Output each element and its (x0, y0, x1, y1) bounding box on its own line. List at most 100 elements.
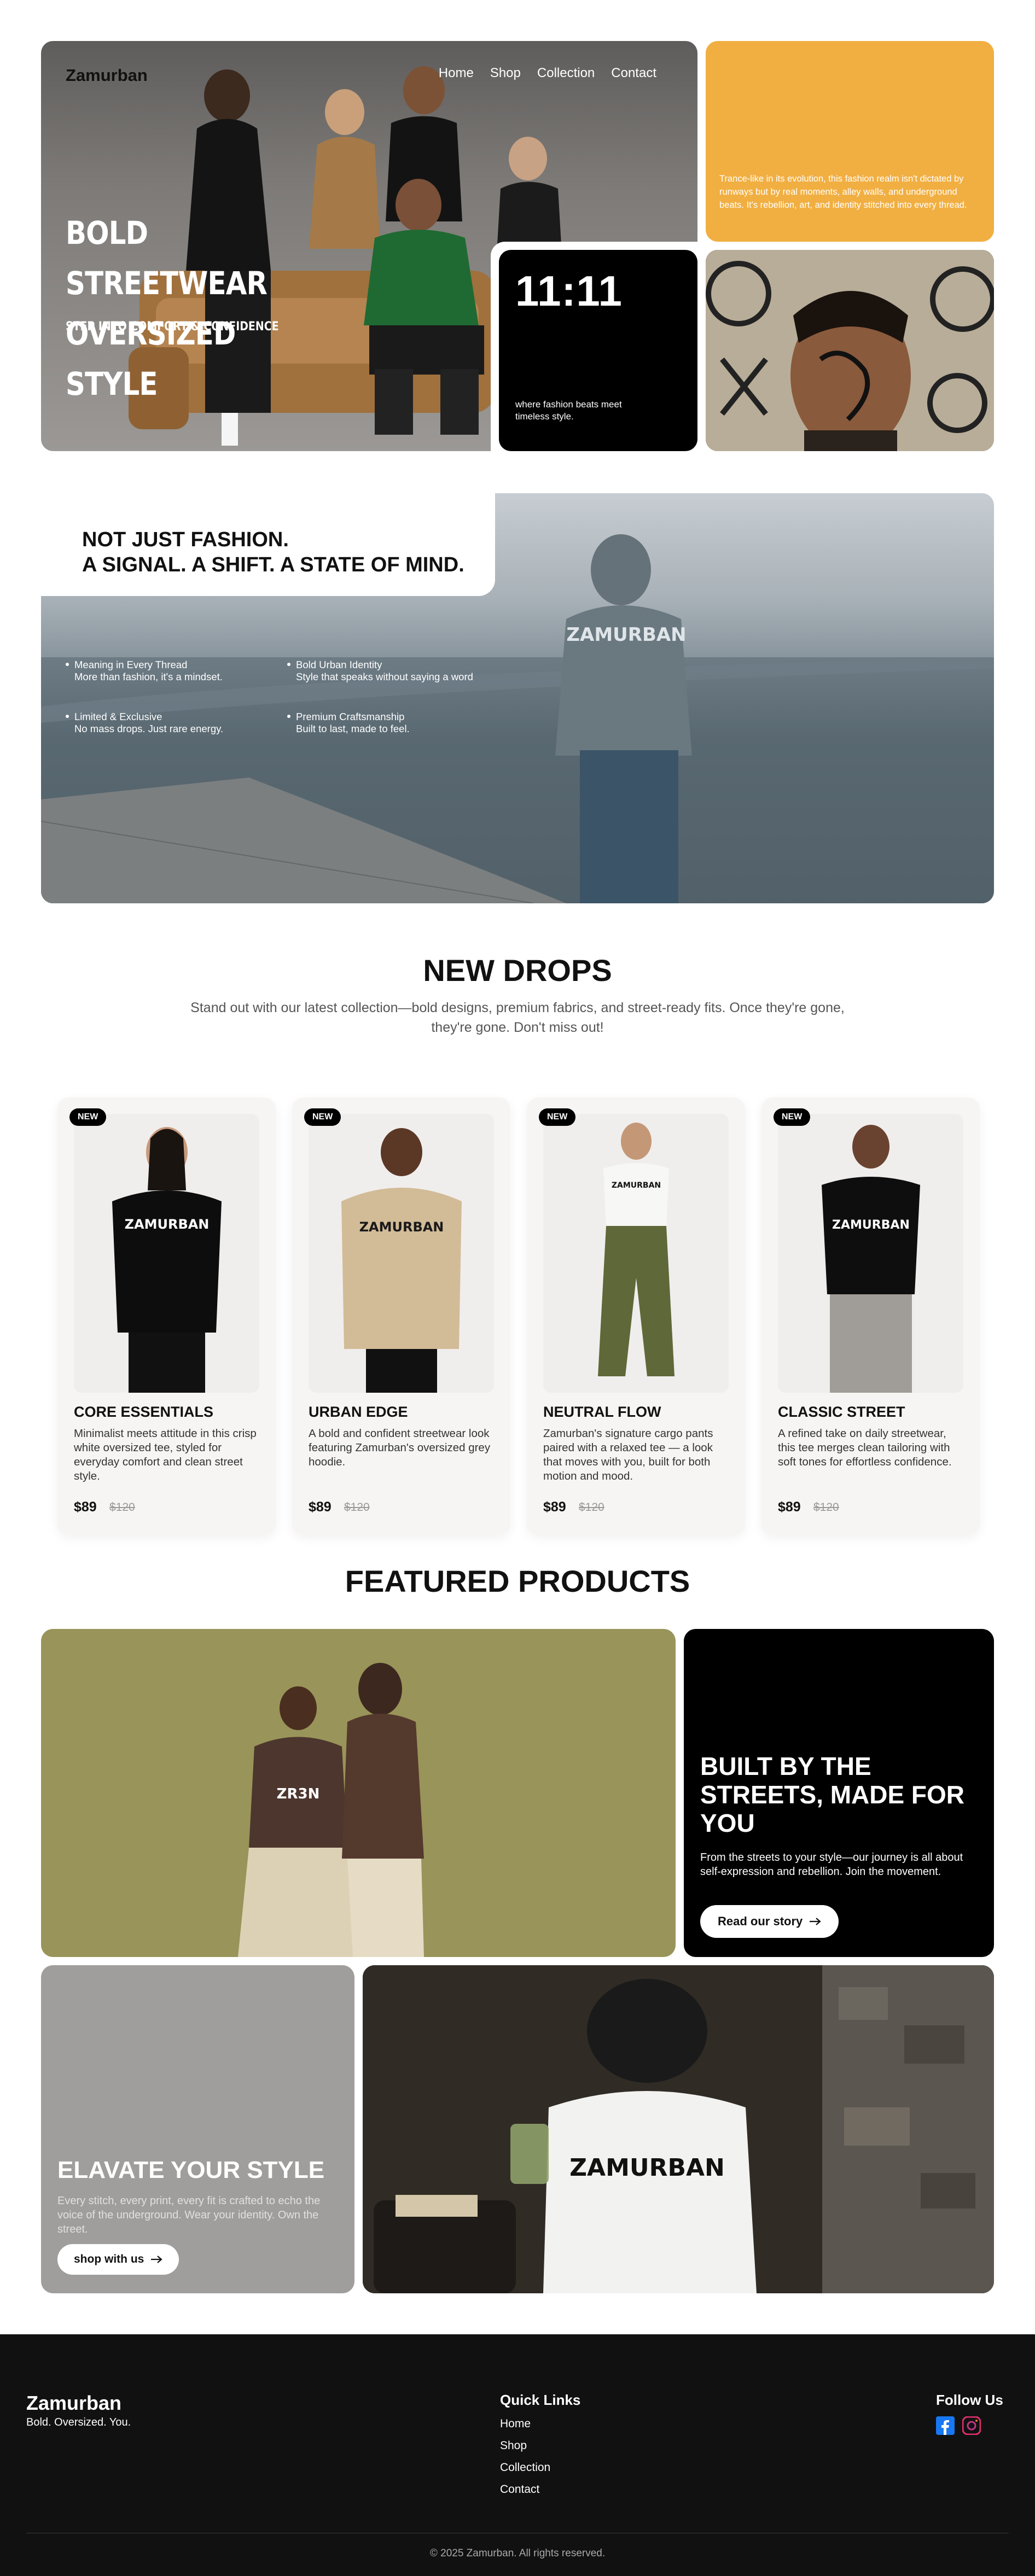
product-image[interactable]: ZAMURBAN (309, 1114, 494, 1393)
feature-item: Premium Craftsmanship Built to last, mad… (287, 711, 410, 735)
page: Zamurban Home Shop Collection Contact BO… (0, 41, 1035, 2576)
arrow-right-icon (151, 2256, 163, 2263)
nav-shop[interactable]: Shop (490, 66, 521, 81)
product-card[interactable]: NEW ZAMURBAN CORE ESSENTIALS Minimalist … (57, 1097, 276, 1535)
copyright-text: © 2025 Zamurban. All rights reserved. (429, 2548, 606, 2559)
graffiti-portrait-image (706, 250, 994, 451)
product-price: $89 (74, 1499, 97, 1515)
story-title: BUILT BY THE STREETS, MADE FOR YOU (700, 1752, 965, 1837)
yellow-quote-card: Trance-like in its evolution, this fashi… (706, 41, 994, 242)
footer-tagline: Bold. Oversized. You. (26, 2416, 131, 2428)
nav-collection[interactable]: Collection (537, 66, 595, 81)
yellow-quote-text: Trance-like in its evolution, this fashi… (719, 174, 967, 210)
feature-desc: Style that speaks without saying a word (296, 671, 473, 682)
bullet-icon (66, 715, 69, 719)
product-card[interactable]: NEW ZAMURBAN NEUTRAL FLOW Zamurban's sig… (527, 1097, 745, 1535)
clock-caption: where fashion beats meet timeless style. (515, 399, 622, 422)
follow-us-title: Follow Us (936, 2392, 1003, 2408)
featured-couple-image: ZR3N (238, 1663, 424, 1957)
nav-home[interactable]: Home (439, 66, 474, 81)
feature-title: Bold Urban Identity (296, 659, 382, 670)
feature-item: Meaning in Every Thread More than fashio… (66, 659, 223, 683)
bullet-icon (287, 715, 290, 719)
featured-grid: ZR3N BUILT BY THE STREETS, MADE FOR YOU … (41, 1629, 994, 2293)
product-image[interactable]: ZAMURBAN (543, 1114, 729, 1393)
quick-links-list: Home Shop Collection Contact (500, 2417, 550, 2496)
read-our-story-button[interactable]: Read our story (700, 1905, 839, 1938)
feature-desc: More than fashion, it's a mindset. (74, 671, 223, 682)
product-model-image: ZAMURBAN (822, 1125, 920, 1393)
social-links (936, 2416, 1007, 2435)
elevate-card: ELAVATE YOUR STYLE Every stitch, every p… (41, 1965, 354, 2293)
product-name: CLASSIC STREET (778, 1404, 905, 1420)
arrow-right-icon (810, 1918, 821, 1925)
main-nav: Home Shop Collection Contact (439, 66, 656, 81)
site-footer: Zamurban Bold. Oversized. You. Quick Lin… (0, 2334, 1035, 2576)
feature-item: Bold Urban Identity Style that speaks wi… (287, 659, 473, 683)
featured-products-title: FEATURED PRODUCTS (345, 1564, 690, 1598)
shirt-print: ZAMURBAN (832, 1218, 910, 1232)
footer-link-contact[interactable]: Contact (500, 2483, 550, 2496)
hoodie-print: ZR3N (277, 1786, 320, 1802)
twitter-icon[interactable] (989, 2416, 1007, 2435)
tee-print: ZAMURBAN (569, 2154, 725, 2182)
new-badge: NEW (539, 1108, 576, 1126)
feature-desc: Built to last, made to feel. (296, 723, 410, 734)
footer-link-shop[interactable]: Shop (500, 2439, 550, 2452)
facebook-icon[interactable] (936, 2416, 955, 2435)
product-image[interactable]: ZAMURBAN (74, 1114, 259, 1393)
product-old-price: $120 (579, 1501, 604, 1514)
product-description: Minimalist meets attitude in this crisp … (74, 1427, 257, 1482)
new-drops-title: NEW DROPS (423, 953, 612, 988)
bullet-icon (287, 663, 290, 667)
hoodie-brand-print: ZAMURBAN (566, 624, 686, 646)
product-description: Zamurban's signature cargo pants paired … (543, 1427, 713, 1482)
mindset-section: ZAMURBAN NOT JUST FASHION. A SIGNAL. A S… (41, 493, 994, 903)
product-grid: NEW ZAMURBAN CORE ESSENTIALS Minimalist … (57, 1097, 1035, 1535)
feature-desc: No mass drops. Just rare energy. (74, 723, 224, 734)
mindset-title-line2: A SIGNAL. A SHIFT. A STATE OF MIND. (82, 553, 464, 576)
product-old-price: $120 (109, 1501, 135, 1514)
clock-card: 11:11 where fashion beats meet timeless … (499, 250, 697, 451)
product-name: CORE ESSENTIALS (74, 1404, 214, 1420)
feature-title: Limited & Exclusive (74, 711, 162, 722)
shop-with-us-button[interactable]: shop with us (57, 2244, 179, 2275)
product-model-image: ZAMURBAN (598, 1123, 675, 1376)
story-text: From the streets to your style—our journ… (700, 1851, 963, 1878)
elevate-title: ELAVATE YOUR STYLE (57, 2157, 325, 2183)
new-badge: NEW (69, 1108, 107, 1126)
product-price: $89 (543, 1499, 566, 1515)
new-badge: NEW (774, 1108, 811, 1126)
product-model-image: ZAMURBAN (341, 1128, 462, 1393)
footer-brand[interactable]: Zamurban (26, 2392, 121, 2415)
quick-links-title: Quick Links (500, 2392, 581, 2408)
hero-subtitle: STEP INTO COMFORT & CONFIDENCE (66, 320, 279, 334)
product-image[interactable]: ZAMURBAN (778, 1114, 963, 1393)
new-drops-description: Stand out with our latest collection—bol… (190, 1000, 845, 1035)
featured-couple-card: ZR3N (41, 1629, 676, 1957)
mindset-heading-panel: NOT JUST FASHION. A SIGNAL. A SHIFT. A S… (41, 493, 495, 596)
instagram-icon[interactable] (962, 2416, 981, 2435)
product-name: NEUTRAL FLOW (543, 1404, 661, 1420)
mindset-title: NOT JUST FASHION. A SIGNAL. A SHIFT. A S… (82, 527, 464, 577)
hero-title: BOLD STREETWEAR OVERSIZED STYLE (66, 208, 329, 409)
feature-item: Limited & Exclusive No mass drops. Just … (66, 711, 223, 735)
read-our-story-label: Read our story (718, 1914, 803, 1928)
product-model-image: ZAMURBAN (112, 1127, 222, 1393)
product-old-price: $120 (344, 1501, 370, 1514)
graffiti-portrait-card (706, 250, 994, 451)
footer-link-home[interactable]: Home (500, 2417, 550, 2431)
featured-tee-photo: ZAMURBAN (363, 1965, 994, 2293)
product-card[interactable]: NEW ZAMURBAN CLASSIC STREET A refined ta… (761, 1097, 980, 1535)
bullet-icon (66, 663, 69, 667)
site-logo[interactable]: Zamurban (66, 66, 148, 85)
story-card: BUILT BY THE STREETS, MADE FOR YOU From … (684, 1629, 994, 1957)
nav-contact[interactable]: Contact (611, 66, 656, 81)
product-card[interactable]: NEW ZAMURBAN URBAN EDGE A bold and confi… (292, 1097, 510, 1535)
shirt-print: ZAMURBAN (612, 1181, 661, 1190)
new-badge: NEW (304, 1108, 341, 1126)
elevate-text: Every stitch, every print, every fit is … (57, 2195, 321, 2235)
footer-link-collection[interactable]: Collection (500, 2461, 550, 2474)
shirt-print: ZAMURBAN (125, 1217, 210, 1232)
product-description: A bold and confident streetwear look fea… (309, 1427, 491, 1468)
